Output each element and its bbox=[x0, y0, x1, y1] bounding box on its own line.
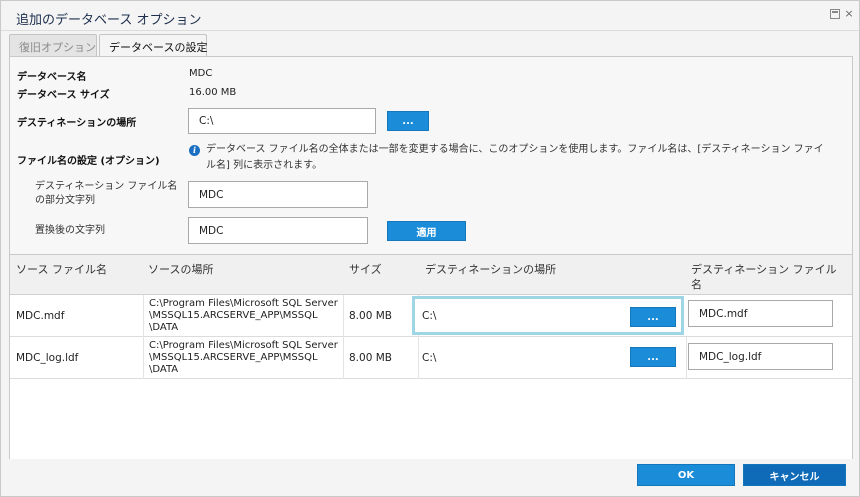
source-file-cell: MDC.mdf bbox=[10, 295, 144, 337]
destination-label: デスティネーションの場所 bbox=[17, 118, 137, 129]
filename-settings-label: ファイル名の設定 (オプション) bbox=[17, 156, 160, 167]
db-name-value: MDC bbox=[189, 68, 213, 79]
source-file-cell: MDC_log.ldf bbox=[10, 337, 144, 379]
destination-file-input[interactable]: MDC.mdf bbox=[688, 300, 833, 327]
header-destination-file: デスティネーション ファイル名 bbox=[691, 263, 837, 291]
db-size-label: データベース サイズ bbox=[17, 90, 110, 101]
title-bar: 追加のデータベース オプション × bbox=[1, 1, 859, 31]
restore-icon[interactable] bbox=[830, 9, 840, 19]
table-row: MDC.mdf C:\Program Files\Microsoft SQL S… bbox=[10, 295, 852, 337]
tab-recovery-options[interactable]: 復旧オプション bbox=[9, 34, 97, 56]
table-row: MDC_log.ldf C:\Program Files\Microsoft S… bbox=[10, 337, 852, 379]
dialog-title: 追加のデータベース オプション bbox=[16, 13, 202, 28]
database-settings-panel: データベース名 MDC データベース サイズ 16.00 MB デスティネーショ… bbox=[9, 56, 853, 459]
header-source-location: ソースの場所 bbox=[148, 263, 214, 276]
header-source-file: ソース ファイル名 bbox=[16, 263, 107, 276]
row-browse-button[interactable]: ... bbox=[630, 347, 676, 367]
header-size: サイズ bbox=[349, 263, 382, 276]
close-icon[interactable]: × bbox=[844, 8, 854, 19]
size-cell: 8.00 MB bbox=[344, 337, 419, 379]
source-location-cell: C:\Program Files\Microsoft SQL Server \M… bbox=[144, 295, 344, 337]
replace-string-input[interactable]: MDC bbox=[188, 217, 368, 244]
source-location-cell: C:\Program Files\Microsoft SQL Server \M… bbox=[144, 337, 344, 379]
tab-database-settings[interactable]: データベースの設定 bbox=[99, 34, 207, 57]
destination-input[interactable]: C:\ bbox=[188, 108, 376, 134]
database-options-dialog: 追加のデータベース オプション × 復旧オプション データベースの設定 データベ… bbox=[0, 0, 860, 497]
database-files-table: ソース ファイル名 ソースの場所 サイズ デスティネーションの場所 デスティネー… bbox=[10, 254, 852, 459]
apply-button[interactable]: 適用 bbox=[387, 221, 466, 241]
table-header: ソース ファイル名 ソースの場所 サイズ デスティネーションの場所 デスティネー… bbox=[10, 255, 852, 295]
db-size-value: 16.00 MB bbox=[189, 87, 237, 98]
replace-string-label: 置換後の文字列 bbox=[35, 225, 105, 236]
partial-string-label: デスティネーション ファイル名の部分文字列 bbox=[35, 181, 178, 206]
info-icon: i bbox=[189, 145, 200, 156]
cancel-button[interactable]: キャンセル bbox=[743, 464, 846, 486]
destination-location-cell[interactable]: C:\ bbox=[415, 295, 635, 337]
partial-string-input[interactable]: MDC bbox=[188, 181, 368, 208]
destination-browse-button[interactable]: ... bbox=[387, 111, 429, 131]
db-name-label: データベース名 bbox=[17, 72, 87, 83]
size-cell: 8.00 MB bbox=[344, 295, 419, 337]
filename-info-text: データベース ファイル名の全体または一部を変更する場合に、このオプションを使用し… bbox=[206, 144, 824, 171]
destination-file-input[interactable]: MDC_log.ldf bbox=[688, 343, 833, 370]
row-browse-button[interactable]: ... bbox=[630, 307, 676, 327]
header-destination-location: デスティネーションの場所 bbox=[425, 263, 557, 276]
ok-button[interactable]: OK bbox=[637, 464, 735, 486]
